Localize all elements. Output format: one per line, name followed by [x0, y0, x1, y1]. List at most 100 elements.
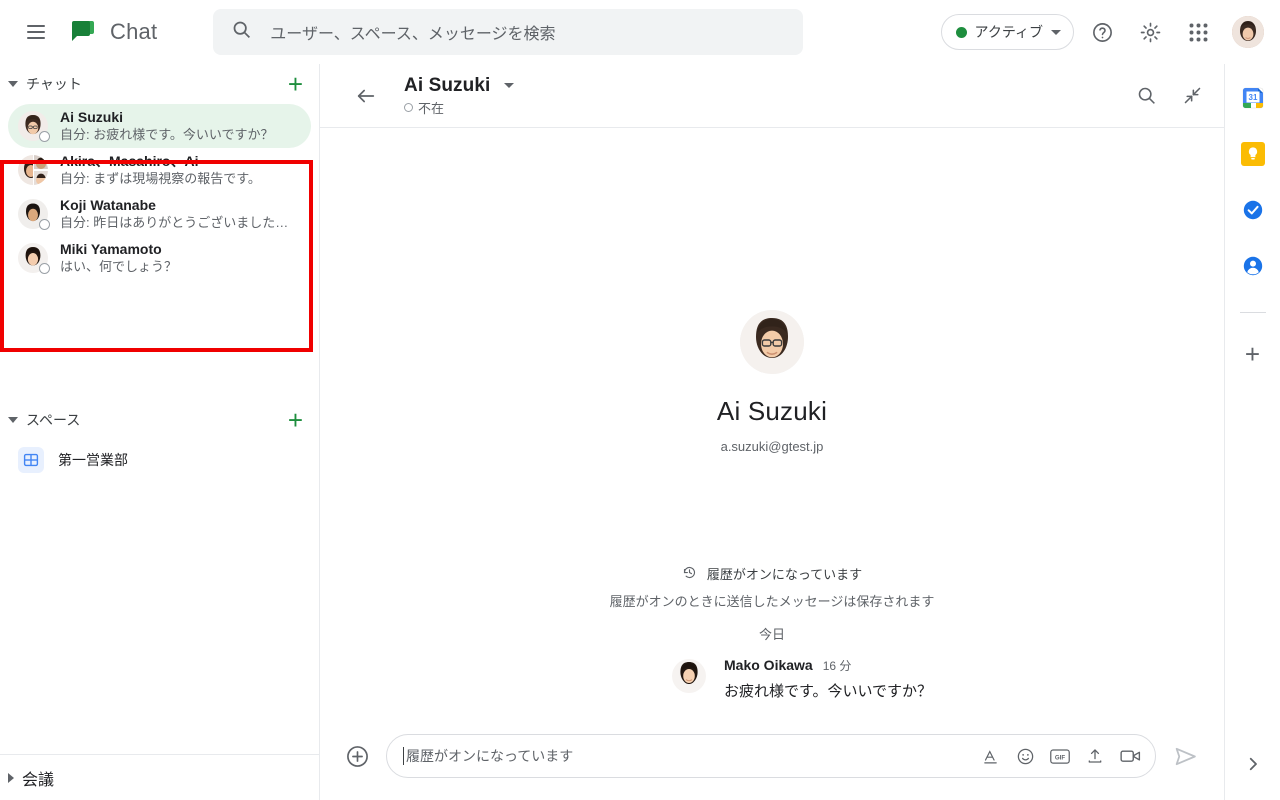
chat-item-text: Koji Watanabe 自分: 昨日はありがとうございました…: [60, 197, 301, 231]
chat-item-snippet: はい、何でしょう？: [60, 258, 178, 274]
keep-icon[interactable]: [1240, 142, 1265, 166]
search-placeholder: ユーザー、スペース、メッセージを検索: [270, 26, 556, 43]
chat-app: Chat ユーザー、スペース、メッセージを検索 アクティブ チャット + Ai …: [0, 0, 1280, 800]
chat-list-item[interactable]: Akira、Masahiro、Ai 自分: まずは現場視察の報告です。: [8, 148, 311, 192]
avatar: [18, 199, 50, 230]
conversation-title: Ai Suzuki: [404, 74, 491, 96]
gear-icon[interactable]: [1130, 12, 1170, 52]
chat-item-snippet: 自分: お疲れ様です。今いいですか？: [60, 126, 274, 142]
spaces-section-header[interactable]: スペース +: [0, 400, 319, 440]
chat-list-item[interactable]: Ai Suzuki 自分: お疲れ様です。今いいですか？: [8, 104, 311, 148]
chevron-down-icon: [1051, 29, 1061, 35]
composer-icons: GIF: [977, 743, 1143, 769]
new-space-button[interactable]: +: [288, 407, 303, 433]
message-item: Mako Oikawa 16 分 お疲れ様です。今いいですか？: [320, 643, 1224, 701]
status-label: アクティブ: [974, 24, 1043, 40]
help-circle-icon[interactable]: [1082, 12, 1122, 52]
chevron-down-icon[interactable]: [8, 417, 18, 423]
contact-profile: Ai Suzuki a.suzuki@gtest.jp: [320, 310, 1224, 454]
chat-section-label: チャット: [26, 76, 82, 92]
tasks-icon[interactable]: [1241, 198, 1265, 222]
avatar: [18, 155, 48, 185]
chat-item-name: Ai Suzuki: [60, 109, 124, 126]
top-bar: Chat ユーザー、スペース、メッセージを検索 アクティブ: [0, 0, 1280, 64]
chat-list: Ai Suzuki 自分: お疲れ様です。今いいですか？ Akira、Masah…: [0, 104, 319, 280]
space-list-item[interactable]: 第一営業部: [8, 440, 311, 480]
conversation-body: Ai Suzuki a.suzuki@gtest.jp 履歴がオンになっています: [320, 128, 1224, 724]
chat-item-text: Ai Suzuki 自分: お疲れ様です。今いいですか？: [60, 109, 301, 143]
text-cursor: [403, 747, 404, 765]
avatar: [18, 243, 50, 274]
gif-icon[interactable]: GIF: [1047, 743, 1073, 769]
svg-text:GIF: GIF: [1055, 754, 1065, 761]
space-icon: [18, 447, 44, 473]
plus-circle-icon[interactable]: [340, 739, 374, 773]
app-body: チャット + Ai Suzuki 自分: お疲れ様です。今いいですか？ Akir…: [0, 64, 1280, 800]
collapse-arrows-icon[interactable]: [1172, 76, 1212, 116]
search-area: ユーザー、スペース、メッセージを検索: [213, 9, 804, 55]
chat-item-snippet: 自分: 昨日はありがとうございました…: [60, 214, 289, 230]
account-avatar[interactable]: [1232, 16, 1264, 48]
calendar-icon[interactable]: 31: [1241, 86, 1265, 110]
conversation-titles: Ai Suzuki 不在: [404, 74, 515, 117]
history-subtitle: 履歴がオンのときに送信したメッセージは保存されます: [609, 593, 935, 609]
space-name: 第一営業部: [58, 452, 128, 468]
message-author: Mako Oikawa: [724, 656, 813, 673]
chat-item-snippet: 自分: まずは現場視察の報告です。: [60, 170, 261, 186]
hamburger-menu-icon[interactable]: [24, 20, 48, 44]
search-icon: [231, 19, 252, 45]
composer-area: 履歴がオンになっています GIF: [320, 724, 1224, 800]
add-app-button[interactable]: +: [1245, 341, 1260, 367]
contact-name: Ai Suzuki: [716, 396, 828, 426]
contact-email: a.suzuki@gtest.jp: [720, 439, 824, 454]
sidebar: チャット + Ai Suzuki 自分: お疲れ様です。今いいですか？ Akir…: [0, 64, 320, 800]
format-text-icon[interactable]: [977, 743, 1003, 769]
presence-away-icon: [404, 102, 413, 112]
conversation-pane: Ai Suzuki 不在 Ai Suzuki a.suzuki@gtest.jp…: [320, 64, 1224, 800]
arrow-left-icon[interactable]: [346, 76, 386, 116]
conversation-status: 不在: [404, 98, 514, 117]
chat-item-text: Akira、Masahiro、Ai 自分: まずは現場視察の報告です。: [60, 153, 301, 187]
history-clock-icon: [682, 565, 697, 583]
spaces-section: スペース + 第一営業部: [0, 400, 319, 480]
conversation-header: Ai Suzuki 不在: [320, 64, 1224, 128]
message-content: Mako Oikawa 16 分 お疲れ様です。今いいですか？: [724, 657, 932, 701]
chevron-right-icon[interactable]: [1244, 755, 1262, 778]
history-title: 履歴がオンになっています: [706, 567, 863, 582]
chat-item-text: Miki Yamamoto はい、何でしょう？: [60, 241, 301, 275]
contacts-icon[interactable]: [1241, 254, 1265, 278]
chat-item-name: Miki Yamamoto: [60, 241, 162, 258]
status-selector[interactable]: アクティブ: [940, 14, 1074, 50]
chat-list-item[interactable]: Miki Yamamoto はい、何でしょう？: [8, 236, 311, 280]
message-timestamp: 16 分: [822, 658, 852, 673]
message-placeholder: 履歴がオンになっています: [406, 748, 574, 764]
chevron-down-icon[interactable]: [504, 83, 515, 88]
message-input[interactable]: 履歴がオンになっています GIF: [386, 734, 1156, 778]
video-icon[interactable]: [1117, 743, 1143, 769]
new-chat-button[interactable]: +: [288, 71, 303, 97]
chat-list-item[interactable]: Koji Watanabe 自分: 昨日はありがとうございました…: [8, 192, 311, 236]
history-notice: 履歴がオンになっています 履歴がオンのときに送信したメッセージは保存されます 今…: [320, 564, 1224, 643]
chat-section-header[interactable]: チャット +: [0, 64, 319, 104]
search-icon[interactable]: [1126, 76, 1166, 116]
send-icon[interactable]: [1168, 739, 1202, 773]
app-title: Chat: [110, 19, 158, 44]
apps-grid-icon[interactable]: [1178, 12, 1218, 52]
upload-icon[interactable]: [1082, 743, 1108, 769]
brand: Chat: [68, 17, 157, 47]
day-divider: 今日: [758, 626, 785, 642]
chat-item-name: Koji Watanabe: [60, 197, 156, 214]
search-input[interactable]: ユーザー、スペース、メッセージを検索: [213, 9, 804, 55]
chevron-right-icon[interactable]: [8, 772, 14, 783]
sender-avatar[interactable]: [672, 658, 706, 693]
svg-text:31: 31: [1248, 93, 1257, 102]
conversation-actions: [1126, 76, 1212, 116]
emoji-icon[interactable]: [1012, 743, 1038, 769]
presence-away-icon: [39, 263, 50, 274]
message-text: お疲れ様です。今いいですか？: [724, 682, 933, 700]
meet-section-header[interactable]: 会議: [0, 754, 319, 800]
contact-avatar: [740, 310, 804, 374]
spaces-section-label: スペース: [26, 412, 81, 428]
presence-away-icon: [39, 219, 50, 230]
chevron-down-icon[interactable]: [8, 81, 18, 87]
